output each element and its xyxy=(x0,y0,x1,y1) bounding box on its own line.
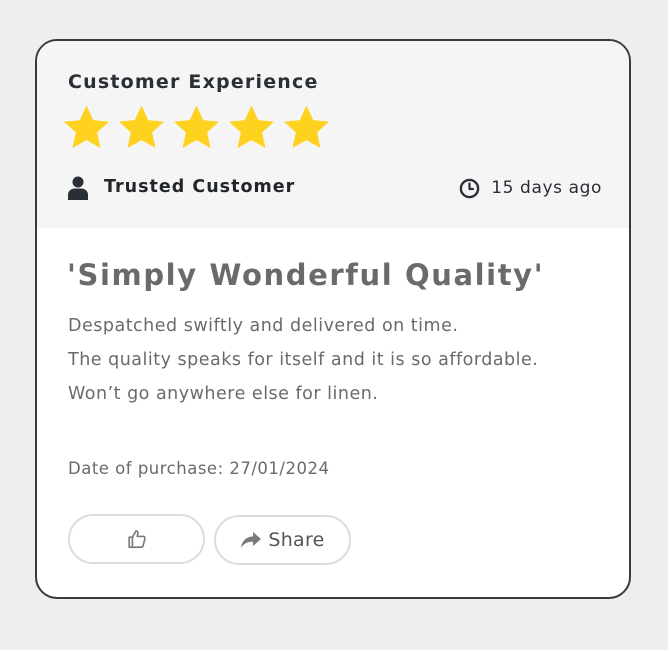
star-icon xyxy=(226,103,277,153)
user-icon xyxy=(68,176,88,200)
reviewer-meta: Trusted Customer 15 days ago xyxy=(68,175,602,201)
share-arrow-icon xyxy=(240,531,262,549)
review-header: Customer Experience Trusted Customer 15 … xyxy=(37,41,629,228)
purchase-date: Date of purchase: 27/01/2024 xyxy=(68,459,330,478)
time-ago: 15 days ago xyxy=(491,178,602,198)
thumbs-up-icon xyxy=(126,528,148,550)
section-title: Customer Experience xyxy=(68,71,319,93)
share-button[interactable]: Share xyxy=(214,515,351,565)
review-body-line: Won’t go anywhere else for linen. xyxy=(68,384,379,404)
reviewer-badge: Trusted Customer xyxy=(104,177,296,197)
review-time: 15 days ago xyxy=(459,175,602,201)
like-button[interactable] xyxy=(68,514,205,564)
star-icon xyxy=(116,103,167,153)
review-title: 'Simply Wonderful Quality' xyxy=(67,258,545,292)
review-body: Despatched swiftly and delivered on time… xyxy=(68,309,538,411)
share-label: Share xyxy=(268,529,325,551)
review-card: Customer Experience Trusted Customer 15 … xyxy=(35,39,631,599)
star-icon xyxy=(171,103,222,153)
clock-icon xyxy=(459,178,480,199)
review-body-line: Despatched swiftly and delivered on time… xyxy=(68,316,459,336)
star-rating xyxy=(61,103,336,155)
review-body-line: The quality speaks for itself and it is … xyxy=(68,350,539,370)
star-icon xyxy=(281,103,332,153)
star-icon xyxy=(61,103,112,153)
